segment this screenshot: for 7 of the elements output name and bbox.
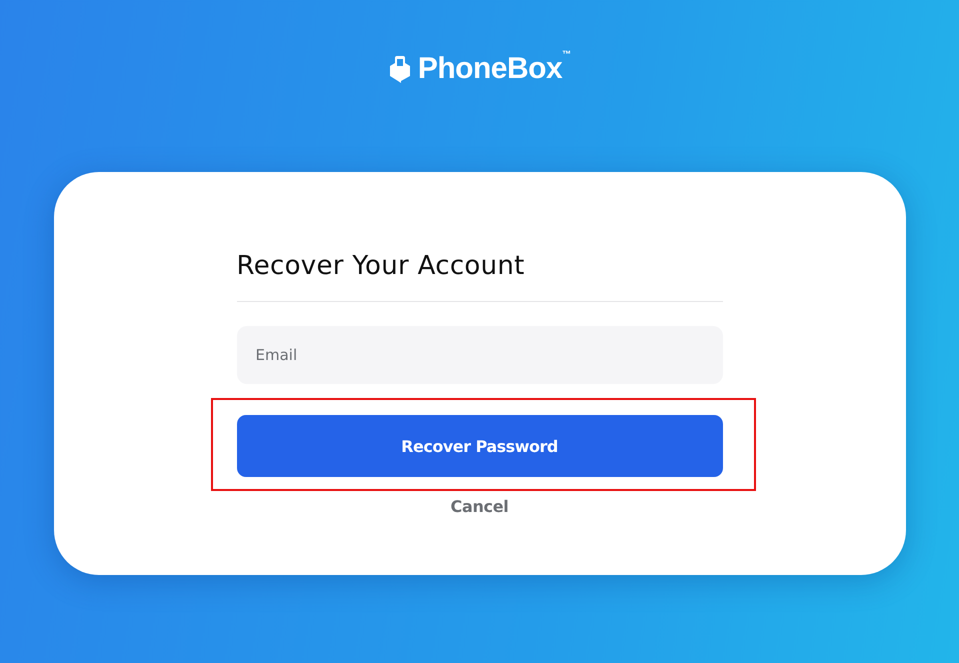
phone-box-icon	[388, 55, 412, 83]
logo-text: PhoneBox	[418, 53, 562, 85]
form-title: Recover Your Account	[236, 250, 526, 283]
email-field[interactable]: Email	[236, 326, 722, 384]
cancel-link[interactable]: Cancel	[450, 497, 508, 516]
recover-password-button[interactable]: Recover Password	[236, 415, 722, 477]
trademark-mark: ™	[562, 49, 572, 59]
